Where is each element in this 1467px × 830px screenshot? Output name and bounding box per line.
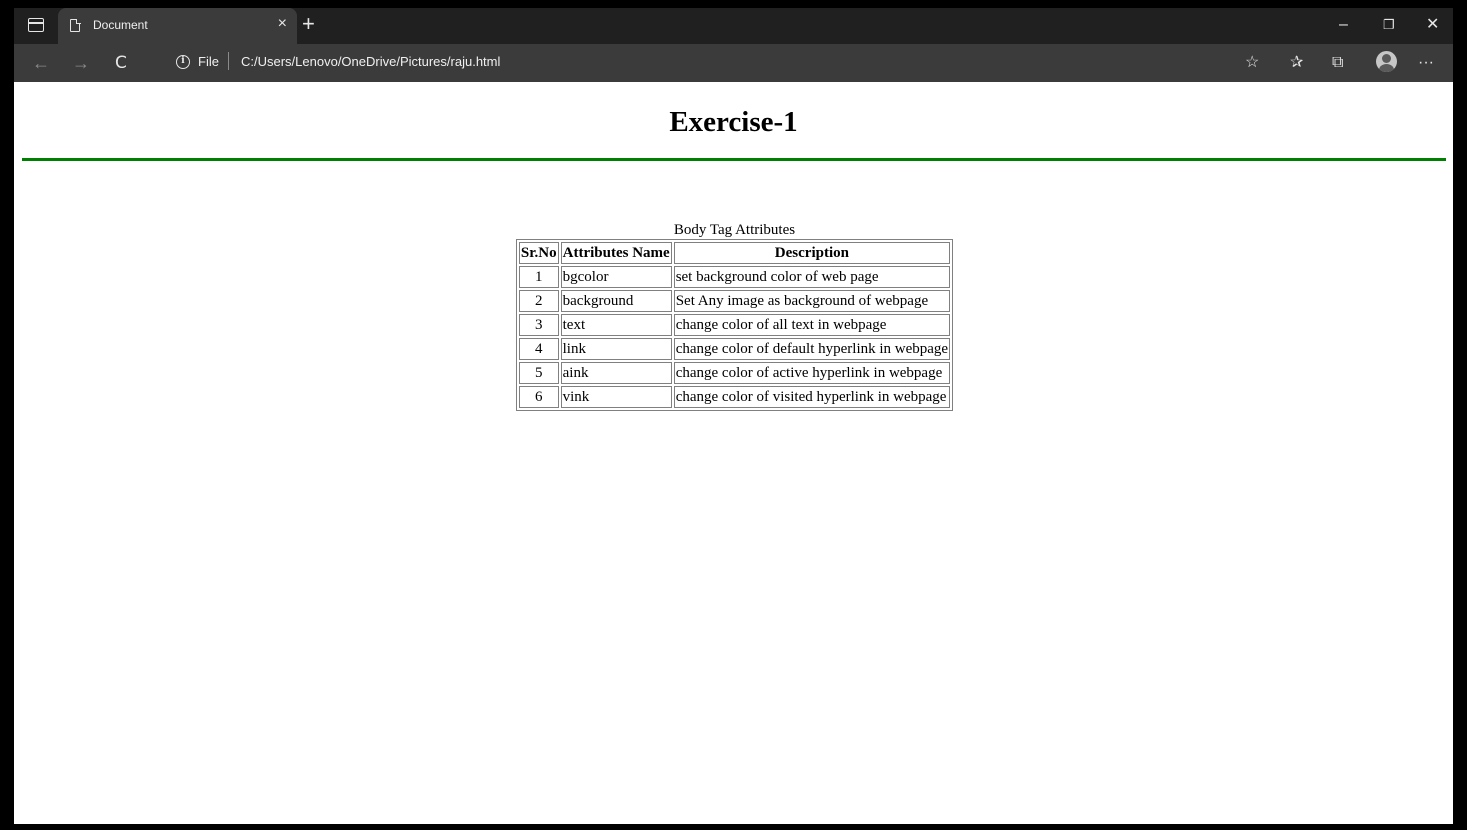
cell-attribute-name: text xyxy=(560,314,672,336)
favorites-icon[interactable]: ✰ xyxy=(1290,53,1303,73)
cell-srno: 1 xyxy=(518,266,559,288)
cell-attribute-name: bgcolor xyxy=(560,266,672,288)
close-window-button[interactable]: ✕ xyxy=(1426,16,1439,34)
cell-description: change color of default hyperlink in web… xyxy=(673,338,951,360)
cell-srno: 3 xyxy=(518,314,559,336)
browser-toolbar: ← → C i File C:/Users/Lenovo/OneDrive/Pi… xyxy=(14,44,1453,82)
cell-srno: 5 xyxy=(518,362,559,384)
cell-description: set background color of web page xyxy=(673,266,951,288)
address-bar[interactable]: i File C:/Users/Lenovo/OneDrive/Pictures… xyxy=(159,47,1205,77)
cell-description: change color of visited hyperlink in web… xyxy=(673,386,951,408)
tab-document[interactable]: Document × xyxy=(58,8,297,44)
cell-description: Set Any image as background of webpage xyxy=(673,290,951,312)
page-title: Exercise-1 xyxy=(669,106,798,138)
table-row: 1 bgcolor set background color of web pa… xyxy=(518,266,951,288)
url-text[interactable]: C:/Users/Lenovo/OneDrive/Pictures/raju.h… xyxy=(241,54,500,69)
cell-description: change color of all text in webpage xyxy=(673,314,951,336)
site-info-label[interactable]: File xyxy=(198,54,219,69)
table-row: 3 text change color of all text in webpa… xyxy=(518,314,951,336)
cell-attribute-name: aink xyxy=(560,362,672,384)
table-row: 2 background Set Any image as background… xyxy=(518,290,951,312)
cell-attribute-name: vink xyxy=(560,386,672,408)
document-icon xyxy=(70,18,81,32)
cell-attribute-name: background xyxy=(560,290,672,312)
restore-button[interactable]: ❐ xyxy=(1383,16,1395,34)
add-favorite-icon[interactable]: ☆ xyxy=(1245,53,1259,73)
browser-window: Document × + – ❐ ✕ ← → C i File C:/Users… xyxy=(0,0,1467,830)
more-icon[interactable]: ··· xyxy=(1418,53,1434,73)
page-content: Exercise-1 Body Tag Attributes Sr.No Att… xyxy=(14,82,1453,824)
header-description: Description xyxy=(673,242,951,264)
table-row: 5 aink change color of active hyperlink … xyxy=(518,362,951,384)
profile-icon[interactable] xyxy=(1376,51,1397,72)
back-button[interactable]: ← xyxy=(32,53,50,73)
header-attribute-name: Attributes Name xyxy=(560,242,672,264)
close-tab-icon[interactable]: × xyxy=(278,15,287,33)
cell-srno: 2 xyxy=(518,290,559,312)
refresh-button[interactable]: C xyxy=(115,53,127,73)
header-srno: Sr.No xyxy=(518,242,559,264)
cell-srno: 4 xyxy=(518,338,559,360)
forward-button[interactable]: → xyxy=(72,53,90,73)
new-tab-button[interactable]: + xyxy=(302,12,315,36)
tab-strip: Document × + – ❐ ✕ xyxy=(14,8,1453,44)
table-caption: Body Tag Attributes xyxy=(673,222,796,238)
attributes-table: Body Tag Attributes Sr.No Attributes Nam… xyxy=(515,221,954,411)
cell-srno: 6 xyxy=(518,386,559,408)
info-icon[interactable]: i xyxy=(176,55,190,69)
collections-icon[interactable]: ⧉ xyxy=(1332,53,1343,73)
table-header-row: Sr.No Attributes Name Description xyxy=(518,242,951,264)
cell-attribute-name: link xyxy=(560,338,672,360)
tab-title: Document xyxy=(93,18,148,32)
cell-description: change color of active hyperlink in webp… xyxy=(673,362,951,384)
horizontal-rule xyxy=(22,158,1446,161)
address-separator xyxy=(228,52,229,70)
table-row: 4 link change color of default hyperlink… xyxy=(518,338,951,360)
table-row: 6 vink change color of visited hyperlink… xyxy=(518,386,951,408)
minimize-button[interactable]: – xyxy=(1339,16,1348,34)
tab-actions-icon[interactable] xyxy=(28,18,44,32)
